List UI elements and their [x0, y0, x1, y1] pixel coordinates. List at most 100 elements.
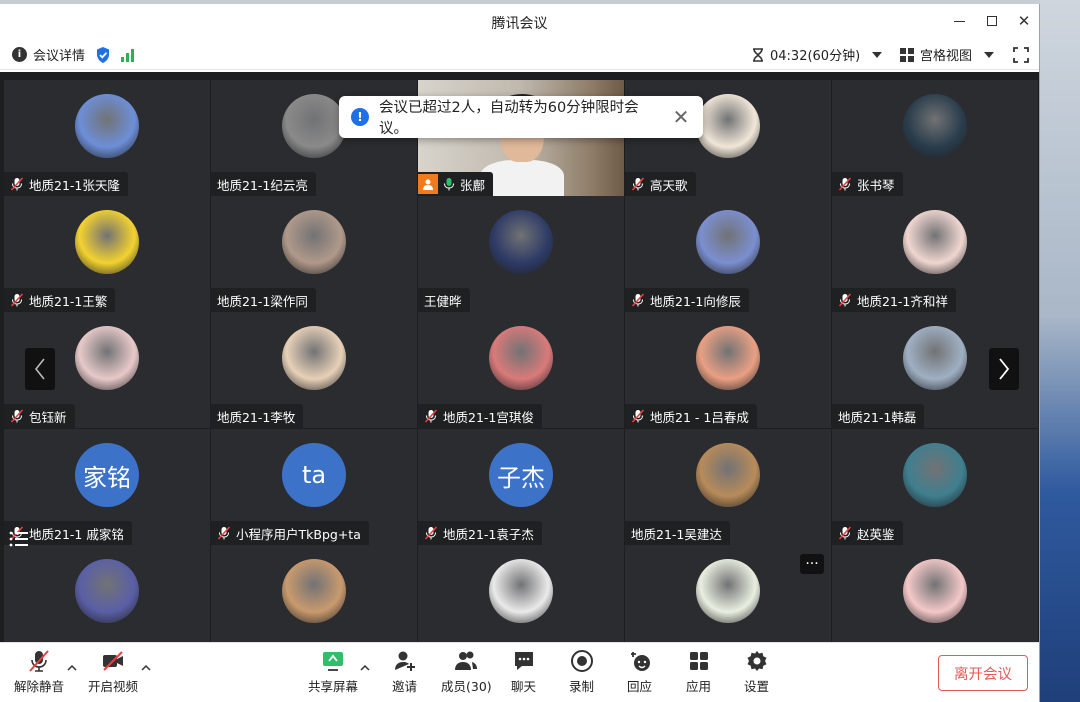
mic-off-icon	[217, 526, 231, 540]
participant-name: 地质21-1李牧	[217, 409, 296, 425]
participant-tile[interactable]: 赵英鉴	[832, 429, 1038, 545]
chat-label: 聊天	[511, 679, 537, 694]
participant-nametag: 包钰新	[4, 404, 75, 428]
chevron-right-icon	[999, 358, 1010, 380]
avatar: 子杰	[489, 443, 553, 507]
maximize-icon	[987, 16, 997, 26]
participant-tile[interactable]: 地质21-1李牧	[211, 312, 417, 428]
participant-tile[interactable]: 张书琴	[832, 80, 1038, 196]
meeting-toolbar: 解除静音 开启视频 共享屏幕 邀请 成员(30) 聊天 录制 回应 应用 设置 …	[0, 642, 1039, 702]
minimize-button[interactable]	[942, 8, 976, 34]
participant-name: 地质21-1王繁	[29, 293, 108, 309]
reaction-icon	[630, 652, 650, 671]
mic-off-icon	[631, 177, 645, 191]
participant-nametag: 张书琴	[832, 172, 903, 196]
participant-nametag: 地质21-1齐和祥	[832, 288, 956, 312]
mic-off-icon	[838, 177, 852, 191]
leave-meeting-button[interactable]: 离开会议	[938, 655, 1028, 691]
title-bar: 腾讯会议 ✕	[0, 4, 1039, 38]
invite-button[interactable]: 邀请	[392, 649, 417, 695]
participant-tile[interactable]	[418, 545, 624, 642]
participant-name: 张书琴	[857, 177, 895, 193]
participant-name: 地质21 - 1吕春成	[650, 409, 749, 425]
apps-label: 应用	[686, 679, 712, 694]
participant-nametag: 地质21-1韩磊	[832, 404, 925, 428]
participant-tile[interactable]: 地质21-1齐和祥	[832, 196, 1038, 312]
unmute-button[interactable]: 解除静音	[14, 649, 64, 695]
members-label: 成员(30)	[441, 679, 492, 694]
avatar	[903, 559, 967, 623]
avatar	[75, 94, 139, 158]
participant-tile[interactable]: 地质21-1梁作同	[211, 196, 417, 312]
notification-text: 会议已超过2人，自动转为60分钟限时会议。	[379, 100, 639, 137]
share-screen-icon	[323, 652, 343, 671]
participant-tile[interactable]	[4, 545, 210, 642]
participant-grid: 赵英鉴 地质21-1吴建达 子杰 地质21-1袁子杰 ta 小程序用户TkBpg+ta 家铭…	[0, 72, 1039, 642]
avatar	[696, 210, 760, 274]
participant-nametag: 地质21-1袁子杰	[418, 521, 542, 545]
previous-page-button[interactable]	[25, 348, 55, 390]
chat-button[interactable]: 聊天	[511, 649, 536, 695]
mic-off-icon	[631, 409, 645, 423]
participant-tile[interactable]: 地质21-1吴建达	[625, 429, 831, 545]
participant-tile[interactable]: 地质21-1王繁	[4, 196, 210, 312]
participant-name: 地质21-1向修辰	[650, 293, 741, 309]
invite-label: 邀请	[392, 679, 418, 694]
start-video-label: 开启视频	[88, 679, 139, 694]
shield-icon[interactable]	[95, 46, 111, 64]
avatar	[489, 210, 553, 274]
participant-name: 地质21-1 戚家铭	[29, 526, 124, 542]
participant-name: 赵英鉴	[857, 526, 895, 542]
record-button[interactable]: 录制	[569, 649, 594, 695]
close-button[interactable]: ✕	[1007, 8, 1039, 34]
gear-icon	[747, 651, 766, 671]
chevron-up-icon[interactable]	[141, 663, 151, 673]
fullscreen-icon[interactable]	[1013, 47, 1029, 63]
participant-tile[interactable]: 地质21-1宫琪俊	[418, 312, 624, 428]
chevron-up-icon[interactable]	[360, 663, 370, 673]
meeting-details-button[interactable]: i 会议详情	[12, 45, 85, 64]
avatar	[282, 326, 346, 390]
unmute-label: 解除静音	[14, 679, 65, 694]
minimize-icon	[953, 20, 965, 22]
start-video-button[interactable]: 开启视频	[88, 649, 138, 695]
participant-nametag: 地质21 - 1吕春成	[625, 404, 757, 428]
participant-tile[interactable]: ta 小程序用户TkBpg+ta	[211, 429, 417, 545]
settings-button[interactable]: 设置	[744, 649, 769, 695]
next-page-button[interactable]	[989, 348, 1019, 390]
close-icon[interactable]: ✕	[671, 105, 691, 129]
share-screen-button[interactable]: 共享屏幕	[308, 649, 358, 695]
view-mode-selector[interactable]: 宫格视图	[900, 45, 995, 64]
participant-tile[interactable]: 家铭 地质21-1 戚家铭	[4, 429, 210, 545]
participant-nametag: 地质21-1王繁	[4, 288, 116, 312]
participant-name: 地质21-1吴建达	[631, 526, 722, 542]
reaction-button[interactable]: 回应	[627, 649, 652, 695]
avatar	[489, 326, 553, 390]
participant-list-icon[interactable]	[8, 528, 30, 550]
maximize-button[interactable]	[975, 8, 1009, 34]
more-options-button[interactable]: ···	[800, 554, 824, 574]
avatar	[903, 326, 967, 390]
chevron-up-icon[interactable]	[67, 663, 77, 673]
meeting-details-label: 会议详情	[33, 49, 86, 64]
participant-tile[interactable]	[832, 545, 1038, 642]
participant-tile[interactable]	[211, 545, 417, 642]
participant-nametag: 地质21-1纪云亮	[211, 172, 316, 196]
meeting-timer[interactable]: 04:32(60分钟)	[752, 45, 883, 64]
participant-tile[interactable]: 地质21-1张天隆	[4, 80, 210, 196]
participant-nametag: 小程序用户TkBpg+ta	[211, 521, 369, 545]
participant-tile[interactable]: 王健晔	[418, 196, 624, 312]
participant-tile[interactable]: 地质21-1向修辰	[625, 196, 831, 312]
apps-button[interactable]: 应用	[686, 649, 711, 695]
participant-nametag: 高天歌	[625, 172, 696, 196]
avatar	[696, 443, 760, 507]
participant-tile[interactable]: 地质21 - 1吕春成	[625, 312, 831, 428]
members-button[interactable]: 成员(30)	[441, 649, 492, 695]
more-icon: ···	[805, 556, 819, 572]
participant-tile[interactable]: 子杰地质21-1袁子杰	[418, 429, 624, 545]
avatar	[282, 94, 346, 158]
participant-name: 地质21-1袁子杰	[443, 526, 534, 542]
participant-name: 地质21-1韩磊	[838, 409, 917, 425]
add-user-icon	[394, 651, 415, 671]
network-signal-icon[interactable]	[121, 48, 135, 62]
